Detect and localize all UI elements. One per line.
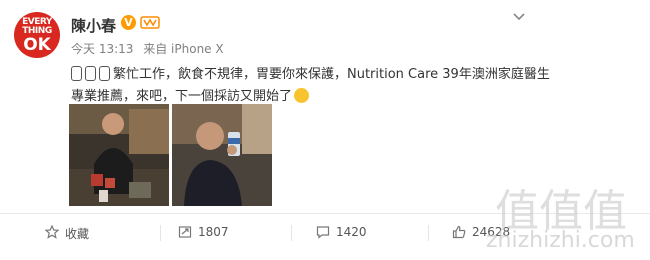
favorite-button[interactable]: 收藏	[45, 224, 115, 242]
thumbs-up-icon	[452, 225, 466, 239]
comment-button[interactable]: 1420	[316, 224, 386, 242]
action-separator	[160, 225, 161, 241]
action-separator	[291, 225, 292, 241]
post-source[interactable]: 来自 iPhone X	[143, 42, 223, 56]
user-name[interactable]: 陳小春	[71, 15, 116, 36]
emoji-icon	[85, 66, 96, 81]
post-photo-2[interactable]	[172, 104, 272, 206]
avatar[interactable]: EVERY THING OK	[14, 12, 60, 58]
smile-emoji-icon	[294, 88, 310, 103]
member-level-icon	[140, 16, 160, 29]
post-meta: 今天 13:13 来自 iPhone X	[71, 40, 230, 57]
post-time[interactable]: 今天 13:13	[71, 42, 133, 56]
action-separator	[428, 225, 429, 241]
avatar-text-line3: OK	[23, 35, 51, 55]
emoji-icon	[71, 66, 82, 81]
repost-count: 1807	[198, 225, 229, 239]
favorite-label: 收藏	[65, 227, 90, 241]
post-text-body: 繁忙工作，飲食不規律，胃要你來保護，Nutrition Care 39年澳洲家庭…	[71, 67, 550, 104]
comment-icon	[316, 226, 330, 239]
repost-button[interactable]: 1807	[178, 224, 248, 242]
post-text: 繁忙工作，飲食不規律，胃要你來保護，Nutrition Care 39年澳洲家庭…	[71, 64, 561, 108]
verified-badge-icon: V	[121, 15, 136, 30]
repost-icon	[178, 226, 192, 238]
watermark-domain: zhizhizhi.com	[486, 228, 635, 253]
star-icon	[45, 225, 59, 239]
photo-2-illustration	[172, 104, 272, 206]
comment-count: 1420	[336, 225, 367, 239]
emoji-icon	[99, 66, 110, 81]
chevron-down-icon[interactable]	[512, 12, 526, 22]
photo-1-illustration	[69, 104, 169, 206]
post-photo-1[interactable]	[69, 104, 169, 206]
